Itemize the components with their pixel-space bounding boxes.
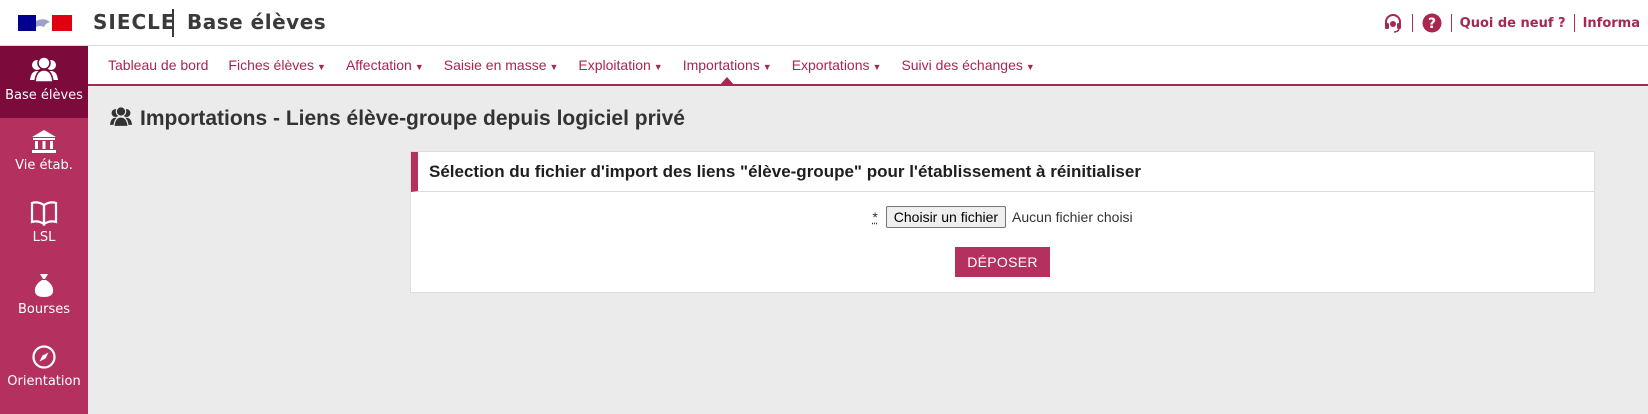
sidebar-item-label: LSL [32, 230, 56, 245]
building-icon [0, 128, 88, 154]
nav-item-label: Tableau de bord [108, 57, 209, 73]
sidebar-item-label: Bourses [18, 302, 70, 317]
nav-item-exportations[interactable]: Exportations ▼ [792, 46, 882, 84]
file-input-row: * Choisir un fichier Aucun fichier chois… [411, 206, 1594, 228]
users-icon [108, 106, 134, 132]
headset-support-icon[interactable] [1382, 12, 1404, 34]
nav-item-fiches-eleves[interactable]: Fiches élèves ▼ [228, 46, 326, 84]
sidebar-item-vie-etab[interactable]: Vie étab. [0, 118, 88, 190]
nav-item-label: Suivi des échanges [901, 57, 1023, 73]
panel-header: Sélection du fichier d'import des liens … [411, 152, 1594, 192]
sidebar-item-lsl[interactable]: LSL [0, 190, 88, 262]
app-name: Base élèves [187, 10, 327, 34]
file-status-text: Aucun fichier choisi [1012, 209, 1133, 225]
money-bag-icon [0, 272, 88, 298]
nav-item-tableau-de-bord[interactable]: Tableau de bord [108, 46, 208, 84]
caret-down-icon: ▼ [549, 62, 559, 72]
sidebar-item-label: Vie étab. [15, 158, 73, 173]
caret-down-icon: ▼ [414, 62, 424, 72]
sidebar-item-label: Base élèves [5, 88, 83, 103]
nav-item-saisie-en-masse[interactable]: Saisie en masse ▼ [444, 46, 559, 84]
book-icon [0, 200, 88, 226]
nav-item-exploitation[interactable]: Exploitation ▼ [578, 46, 662, 84]
svg-text:?: ? [1428, 16, 1436, 32]
caret-down-icon: ▼ [317, 62, 326, 72]
nav-item-affectation[interactable]: Affectation ▼ [346, 46, 424, 84]
sidebar-item-orientation[interactable]: Orientation [0, 334, 88, 406]
nav-item-suivi-des-echanges[interactable]: Suivi des échanges ▼ [901, 46, 1034, 84]
main-navbar: Tableau de bord Fiches élèves ▼ Affectati… [88, 46, 1648, 86]
deposit-button[interactable]: DÉPOSER [955, 247, 1050, 277]
help-icon[interactable]: ? [1421, 12, 1443, 34]
sidebar-item-bourses[interactable]: Bourses [0, 262, 88, 334]
nav-item-importations[interactable]: Importations ▼ [682, 46, 772, 86]
active-nav-pointer [719, 77, 736, 86]
nav-item-label: Exploitation [578, 57, 651, 73]
sidebar-item-label: Orientation [7, 374, 81, 389]
caret-down-icon: ▼ [762, 62, 772, 72]
brand-divider [172, 9, 174, 37]
caret-down-icon: ▼ [653, 62, 663, 72]
nav-item-label: Exportations [791, 57, 870, 73]
nav-item-label: Affectation [345, 57, 412, 73]
compass-icon [0, 344, 88, 370]
caret-down-icon: ▼ [1025, 62, 1035, 72]
app-header: SIECLE Base élèves ? Quoi de neuf ? Info… [0, 0, 1648, 46]
page-title: Importations - Liens élève-groupe depuis… [140, 107, 685, 130]
header-tools: ? Quoi de neuf ? Informa [1374, 13, 1648, 33]
sidebar-item-base-eleves[interactable]: Base élèves [0, 46, 88, 118]
marianne-logo[interactable] [18, 13, 73, 33]
caret-down-icon: ▼ [872, 62, 882, 72]
nav-item-label: Fiches élèves [228, 57, 315, 73]
whats-new-link[interactable]: Quoi de neuf ? [1452, 16, 1574, 31]
brand-name: SIECLE [93, 10, 176, 34]
choose-file-button[interactable]: Choisir un fichier [885, 206, 1007, 228]
import-panel: Sélection du fichier d'import des liens … [410, 151, 1595, 293]
nav-item-label: Saisie en masse [443, 57, 547, 73]
page-title-row: Importations - Liens élève-groupe depuis… [108, 106, 685, 132]
panel-title: Sélection du fichier d'import des liens … [429, 161, 1141, 181]
required-marker: * [872, 209, 878, 225]
submit-row: DÉPOSER [411, 247, 1594, 277]
header-divider [1411, 14, 1413, 32]
users-icon [0, 56, 88, 84]
information-link[interactable]: Informa [1575, 16, 1648, 31]
nav-item-label: Importations [682, 57, 760, 73]
module-sidebar: Base élèves Vie étab. LSL Bourses Orient… [0, 46, 88, 414]
